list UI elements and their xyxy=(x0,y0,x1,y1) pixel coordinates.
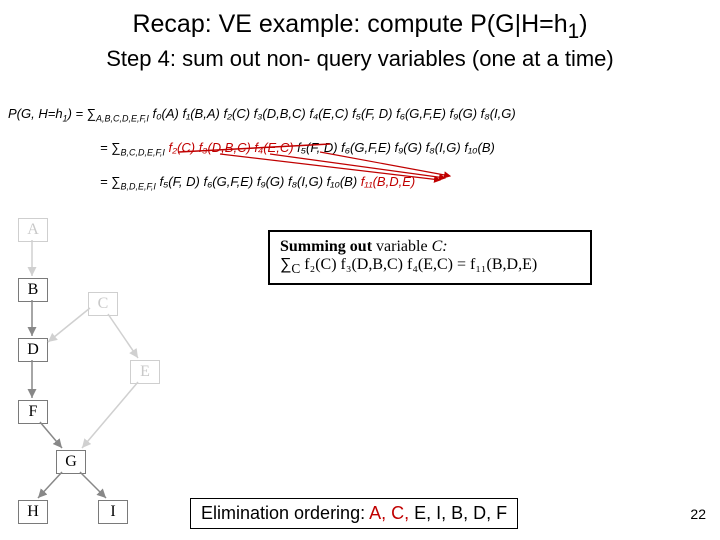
graph-node-d: D xyxy=(18,338,48,362)
eq3-rest: f₅(F, D) f₆(G,F,E) f₉(G) f₈(I,G) f₁₀(B) xyxy=(156,174,361,189)
graph-node-h: H xyxy=(18,500,48,524)
sigma-icon: ∑ xyxy=(111,174,120,189)
equation-line-1: P(G, H=h1) = ∑A,B,C,D,E,F,I f₀(A) f₁(B,A… xyxy=(8,106,516,124)
eq2-struck-factors: f₂(C) f₃(D,B,C) f₄(E,C) xyxy=(165,140,294,155)
slide: Recap: VE example: compute P(G|H=h1) Ste… xyxy=(0,0,720,540)
box-line2-rest: f₂(C) f₃(D,B,C) f₄(E,C) = f₁₁(B,D,E) xyxy=(300,256,537,273)
eq2-prefix: = xyxy=(100,140,111,155)
eq3-prefix: = xyxy=(100,174,111,189)
elim-label: Elimination ordering: xyxy=(201,503,369,523)
eq3-sum-sub: B,D,E,F,I xyxy=(121,182,156,192)
summing-out-box: Summing out variable C: ∑C f₂(C) f₃(D,B,… xyxy=(268,230,592,285)
equation-line-3: = ∑B,D,E,F,I f₅(F, D) f₆(G,F,E) f₉(G) f₈… xyxy=(100,174,415,192)
eq3-new-factor: f₁₁(B,D,E) xyxy=(361,174,415,189)
box-line1-bold: Summing out xyxy=(280,238,372,255)
eq1-sum-sub: A,B,C,D,E,F,I xyxy=(96,114,149,124)
title-expr: P(G|H=h xyxy=(470,10,568,38)
title-sub: 1 xyxy=(568,20,580,43)
title-close: ) xyxy=(579,10,587,38)
sigma-icon: ∑ xyxy=(87,106,96,121)
title-prefix: Recap: VE example: compute xyxy=(132,10,470,38)
graph-node-g: G xyxy=(56,450,86,474)
graph-node-a: A xyxy=(18,218,48,242)
equation-line-2: = ∑B,C,D,E,F,I f₂(C) f₃(D,B,C) f₄(E,C) f… xyxy=(100,140,495,158)
sigma-icon: ∑ xyxy=(111,140,120,155)
graph-node-f: F xyxy=(18,400,48,424)
elim-done: A, C, xyxy=(369,503,409,523)
eq2-rest: f₅(F, D) f₆(G,F,E) f₉(G) f₈(I,G) f₁₀(B) xyxy=(294,140,495,155)
box-line2: ∑C f₂(C) f₃(D,B,C) f₄(E,C) = f₁₁(B,D,E) xyxy=(280,256,580,277)
box-line1-var: C: xyxy=(432,238,448,255)
graph-node-e: E xyxy=(130,360,160,384)
eq1-rest: f₀(A) f₁(B,A) f₂(C) f₃(D,B,C) f₄(E,C) f₅… xyxy=(149,106,516,121)
elimination-ordering-box: Elimination ordering: A, C, E, I, B, D, … xyxy=(190,498,518,529)
eq2-sum-sub: B,C,D,E,F,I xyxy=(121,148,165,158)
box-line1: Summing out variable C: xyxy=(280,238,580,256)
elim-rest: E, I, B, D, F xyxy=(409,503,507,523)
graph-node-c: C xyxy=(88,292,118,316)
slide-subtitle: Step 4: sum out non- query variables (on… xyxy=(0,46,720,72)
box-line1-mid: variable xyxy=(372,238,432,255)
page-number: 22 xyxy=(690,506,706,522)
slide-title: Recap: VE example: compute P(G|H=h1) xyxy=(0,0,720,44)
sigma-icon: ∑ xyxy=(280,256,291,273)
graph-node-b: B xyxy=(18,278,48,302)
box-line2-sub: C xyxy=(291,261,300,276)
graph-node-i: I xyxy=(98,500,128,524)
eq1-lhs-close: ) = xyxy=(68,106,87,121)
eq1-lhs: P(G, H=h xyxy=(8,106,63,121)
